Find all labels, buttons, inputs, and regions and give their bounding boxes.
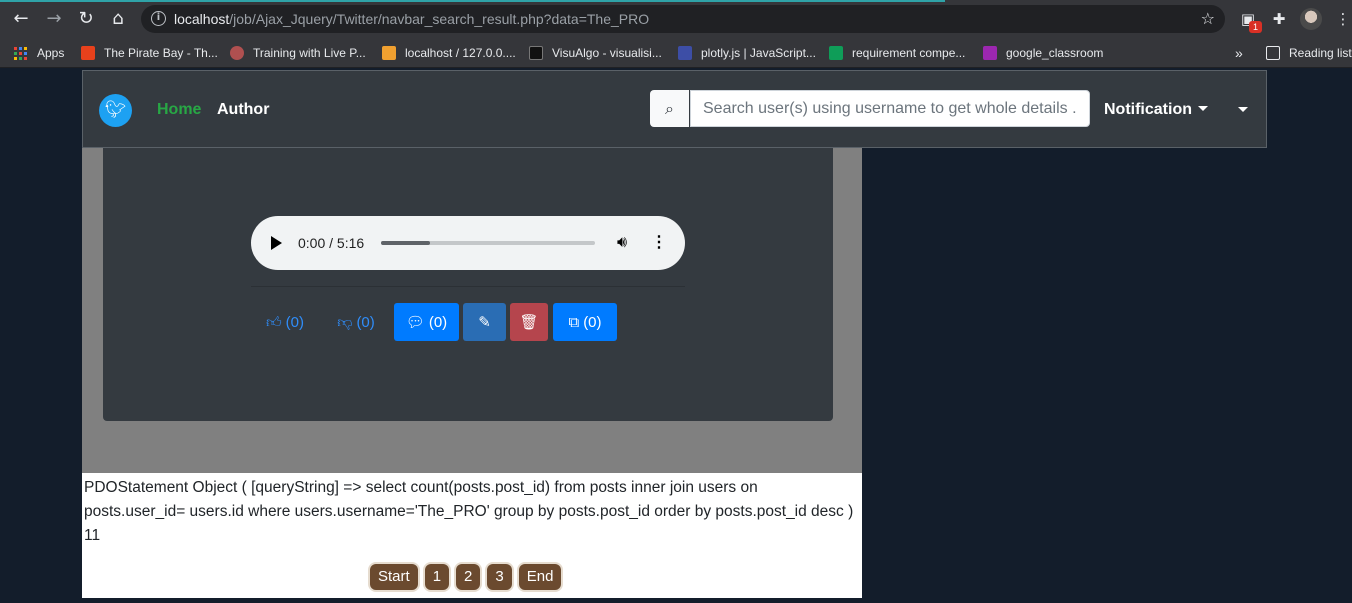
plotly-icon: [678, 46, 692, 60]
debug-text: PDOStatement Object ( [queryString] => s…: [84, 476, 860, 548]
bookmarks-bar: Apps The Pirate Bay - Th... Training wit…: [0, 38, 1352, 68]
share-button[interactable]: ⧉ (0): [553, 303, 617, 341]
bookmarks-overflow-icon[interactable]: »: [1235, 43, 1243, 63]
user-search-input[interactable]: [690, 90, 1090, 127]
bookmark-plotly[interactable]: plotly.js | JavaScript...: [678, 43, 816, 63]
more-options-icon[interactable]: ⋮: [651, 232, 667, 252]
site-info-icon[interactable]: i: [151, 11, 166, 26]
volume-icon[interactable]: 🔊︎: [617, 232, 627, 252]
menu-kebab-icon[interactable]: ⋮: [1334, 10, 1352, 28]
post-area: 0:00 / 5:16 🔊︎ ⋮ 👍︎ (0) 👎︎ (0) 💬︎ (0) ✎ 🗑︎ …: [82, 148, 862, 473]
url-text[interactable]: localhost/job/Ajax_Jquery/Twitter/navbar…: [174, 11, 649, 27]
profile-dropdown-toggle[interactable]: [1238, 107, 1248, 112]
chevron-down-icon: [1198, 106, 1208, 111]
audio-time: 0:00 / 5:16: [298, 235, 365, 251]
search-icon: ⌕: [665, 99, 674, 118]
back-icon[interactable]: ←: [10, 8, 32, 30]
browser-toolbar: ← → ↻ ⌂ i localhost/job/Ajax_Jquery/Twit…: [0, 0, 1352, 38]
post-card: 0:00 / 5:16 🔊︎ ⋮ 👍︎ (0) 👎︎ (0) 💬︎ (0) ✎ 🗑︎ …: [103, 148, 833, 421]
thumbs-down-icon: 👎︎: [337, 312, 353, 331]
reading-list-icon: [1266, 46, 1280, 60]
audio-player[interactable]: 0:00 / 5:16 🔊︎ ⋮: [251, 216, 685, 270]
audio-progress: [381, 241, 431, 245]
dislike-button[interactable]: 👎︎ (0): [332, 303, 380, 341]
twitter-bird-icon[interactable]: 🐦︎: [99, 94, 132, 127]
page-1-button[interactable]: 1: [424, 564, 450, 590]
training-icon: [230, 46, 244, 60]
page-end-button[interactable]: End: [518, 564, 562, 590]
visualgo-icon: [529, 46, 543, 60]
thumbs-up-icon: 👍︎: [265, 312, 282, 331]
pirate-bay-icon: [81, 46, 95, 60]
reload-icon[interactable]: ↻: [75, 8, 97, 30]
delete-button[interactable]: 🗑︎: [510, 303, 548, 341]
page-start-button[interactable]: Start: [370, 564, 418, 590]
bookmark-visualgo[interactable]: VisuAlgo - visualisi...: [529, 43, 662, 63]
site-navbar: 🐦︎ Home Author ⌕ Notification: [82, 70, 1267, 148]
page-3-button[interactable]: 3: [487, 564, 512, 590]
debug-output: PDOStatement Object ( [queryString] => s…: [82, 473, 862, 598]
query-string-dump: PDOStatement Object ( [queryString] => s…: [84, 479, 854, 520]
bookmark-phpmyadmin[interactable]: localhost / 127.0.0....: [382, 43, 516, 63]
divider: [251, 286, 685, 287]
bookmark-training[interactable]: Training with Live P...: [230, 43, 366, 63]
trash-icon: 🗑︎: [519, 313, 539, 331]
notification-dropdown[interactable]: Notification: [1104, 101, 1208, 119]
bookmark-google-classroom[interactable]: google_classroom: [983, 43, 1103, 63]
puzzle-icon[interactable]: ✚: [1270, 10, 1288, 28]
forward-icon[interactable]: →: [43, 8, 65, 30]
edit-icon: ✎: [478, 313, 491, 331]
nav-link-author[interactable]: Author: [217, 101, 269, 119]
address-bar[interactable]: i localhost/job/Ajax_Jquery/Twitter/navb…: [141, 5, 1225, 33]
bookmark-star-icon[interactable]: ☆: [1201, 9, 1215, 28]
loading-bar: [0, 0, 945, 2]
phpmyadmin-icon: [382, 46, 396, 60]
extension-badge: 1: [1249, 21, 1262, 33]
audio-seek-bar[interactable]: [381, 241, 595, 245]
sheets-icon: [829, 46, 843, 60]
comment-button[interactable]: 💬︎ (0): [394, 303, 459, 341]
reading-list-button[interactable]: Reading list: [1266, 43, 1352, 63]
profile-avatar[interactable]: [1300, 8, 1322, 30]
nav-link-home[interactable]: Home: [157, 101, 201, 119]
comments-icon: 💬︎: [405, 313, 425, 331]
search-button[interactable]: ⌕: [650, 90, 689, 127]
bookmark-requirement[interactable]: requirement compe...: [829, 43, 965, 63]
like-button[interactable]: 👍︎ (0): [261, 303, 309, 341]
apps-grid-icon: [14, 46, 27, 60]
pagination: Start 1 2 3 End: [370, 564, 562, 590]
home-icon[interactable]: ⌂: [107, 8, 129, 30]
copy-icon: ⧉: [568, 313, 580, 331]
classroom-icon: [983, 46, 997, 60]
bookmark-pirate-bay[interactable]: The Pirate Bay - Th...: [81, 43, 218, 63]
row-count: 11: [84, 527, 101, 544]
play-icon[interactable]: [271, 236, 282, 250]
bookmark-apps[interactable]: Apps: [14, 43, 64, 63]
edit-button[interactable]: ✎: [463, 303, 506, 341]
page-2-button[interactable]: 2: [456, 564, 481, 590]
